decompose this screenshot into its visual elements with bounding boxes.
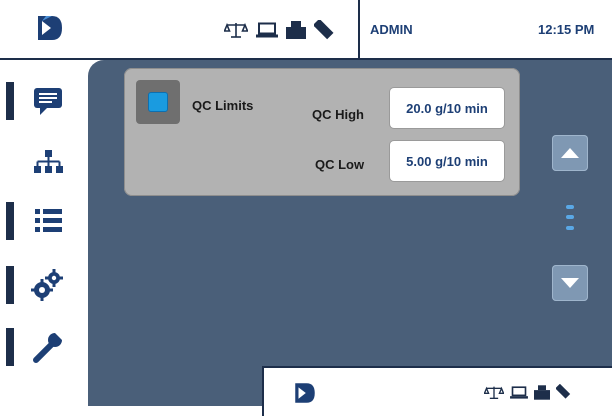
laptop-icon: [256, 22, 278, 43]
app-logo-icon: [34, 12, 66, 44]
sidebar-indicator: [6, 82, 14, 120]
chevron-down-icon: [561, 278, 579, 288]
qc-limits-checkbox[interactable]: [136, 80, 180, 124]
sidebar-indicator: [6, 266, 14, 304]
laptop-icon: [510, 385, 528, 404]
qc-high-input[interactable]: 20.0 g/10 min: [390, 88, 504, 128]
printer-icon: [534, 384, 550, 405]
qc-low-label: QC Low: [315, 157, 365, 172]
user-label[interactable]: ADMIN: [370, 22, 413, 37]
status-icons: [483, 383, 572, 405]
scroll-position-indicator: [566, 226, 574, 230]
scale-icon: [483, 385, 505, 405]
sidebar-indicator: [6, 328, 14, 366]
network-icon: [30, 144, 66, 178]
sidebar-item-settings[interactable]: [0, 256, 88, 314]
sidebar-indicator: [6, 202, 14, 240]
scroll-position-indicator: [566, 205, 574, 209]
usb-icon: [312, 18, 336, 45]
usb-icon: [555, 383, 572, 405]
sidebar-item-list[interactable]: [0, 192, 88, 250]
sidebar-item-network[interactable]: [0, 132, 88, 190]
sidebar-item-messages[interactable]: [0, 72, 88, 130]
app-logo-icon: [292, 380, 318, 406]
qc-limits-label: QC Limits: [192, 98, 254, 113]
list-icon: [30, 204, 66, 238]
wrench-icon: [30, 330, 66, 364]
clock-label: 12:15 PM: [538, 22, 595, 37]
printer-icon: [286, 21, 306, 44]
message-icon: [30, 84, 66, 118]
qc-low-input[interactable]: 5.00 g/10 min: [390, 141, 504, 181]
status-icons: [223, 18, 336, 45]
scroll-down-button[interactable]: [552, 265, 588, 301]
scroll-up-button[interactable]: [552, 135, 588, 171]
scroll-position-indicator: [566, 215, 574, 219]
chevron-up-icon: [561, 148, 579, 158]
scale-icon: [223, 21, 249, 44]
sidebar: [0, 60, 88, 406]
qc-high-label: QC High: [312, 107, 364, 122]
gears-icon: [30, 268, 66, 302]
sidebar-item-tools[interactable]: [0, 318, 88, 376]
topbar-divider: [358, 0, 360, 58]
checkbox-indicator: [148, 92, 168, 112]
